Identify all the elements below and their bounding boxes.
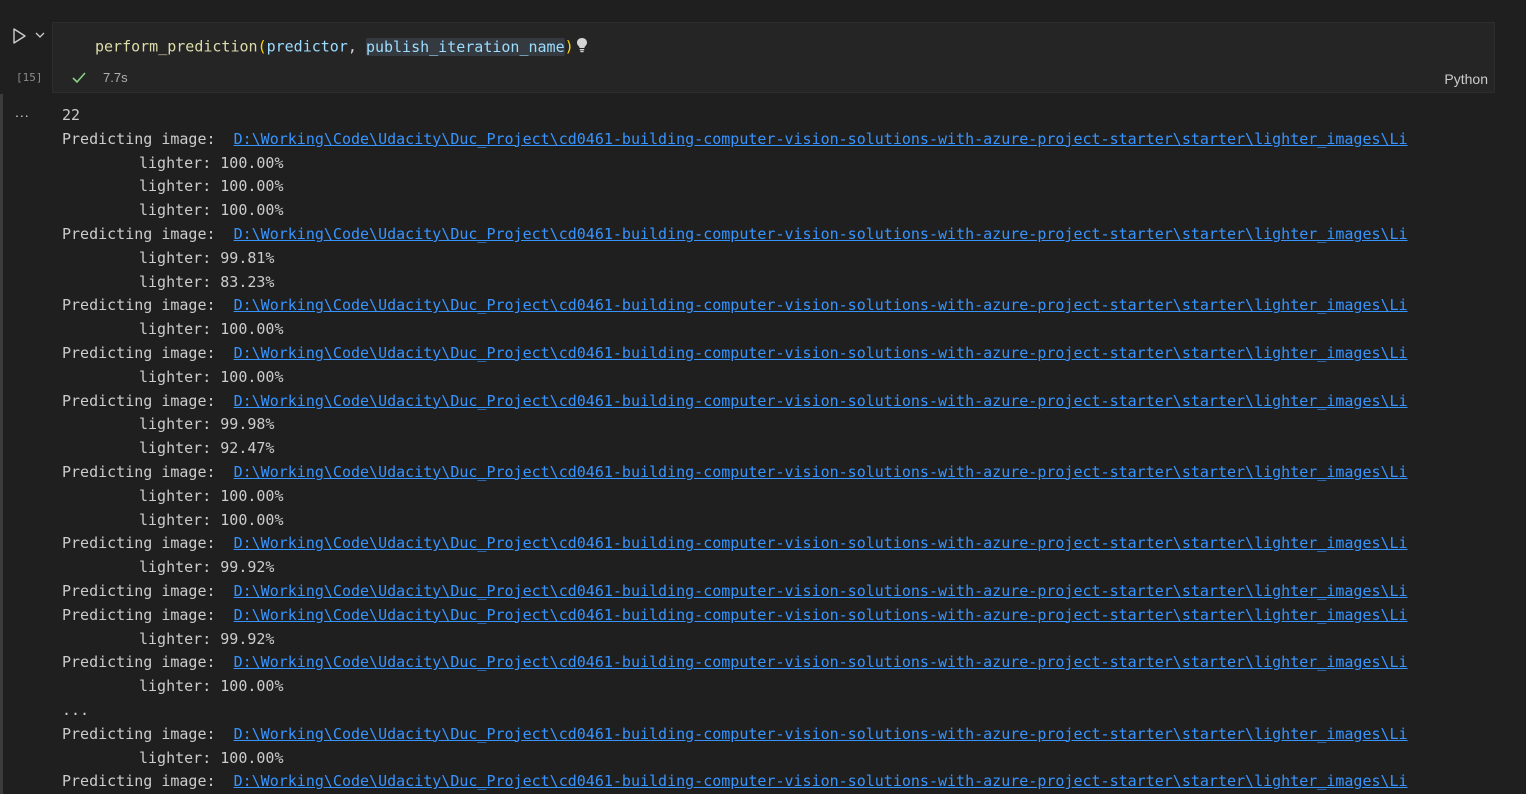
prediction-line: Predicting image: D:\Working\Code\Udacit… [62, 461, 1496, 485]
prediction-line: Predicting image: D:\Working\Code\Udacit… [62, 342, 1496, 366]
chevron-down-icon [35, 32, 45, 38]
image-path-link[interactable]: D:\Working\Code\Udacity\Duc_Project\cd04… [234, 130, 1408, 148]
lightbulb-icon[interactable] [576, 37, 588, 57]
prediction-prefix: Predicting image: [62, 653, 234, 672]
prediction-line: Predicting image: D:\Working\Code\Udacit… [62, 604, 1496, 628]
prediction-line: Predicting image: D:\Working\Code\Udacit… [62, 128, 1496, 152]
image-path-link[interactable]: D:\Working\Code\Udacity\Duc_Project\cd04… [234, 463, 1408, 481]
prediction-line: Predicting image: D:\Working\Code\Udacit… [62, 223, 1496, 247]
output-count: 22 [62, 106, 81, 124]
prediction-line: Predicting image: D:\Working\Code\Udacit… [62, 580, 1496, 604]
comma: , [347, 37, 366, 56]
image-path-link[interactable]: D:\Working\Code\Udacity\Duc_Project\cd04… [234, 606, 1408, 624]
cell-focus-indicator [0, 94, 3, 794]
tag-probability: lighter: 100.00% [139, 367, 284, 386]
prediction-prefix: Predicting image: [62, 391, 234, 410]
tag-probability: lighter: 100.00% [139, 153, 284, 172]
close-paren: ) [564, 37, 574, 56]
tag-probability: lighter: 100.00% [139, 486, 284, 505]
prediction-line: Predicting image: D:\Working\Code\Udacit… [62, 532, 1496, 556]
image-path-link[interactable]: D:\Working\Code\Udacity\Duc_Project\cd04… [234, 653, 1408, 671]
tag-probability: lighter: 100.00% [139, 177, 284, 196]
function-name: perform_prediction [95, 37, 258, 56]
prediction-prefix: Predicting image: [62, 534, 234, 553]
tag-probability: lighter: 83.23% [139, 272, 275, 291]
prediction-line: Predicting image: D:\Working\Code\Udacit… [62, 390, 1496, 414]
argument-publish-iteration-name: publish_iteration_name [365, 37, 565, 56]
image-path-link[interactable]: D:\Working\Code\Udacity\Duc_Project\cd04… [234, 725, 1408, 743]
tag-probability: lighter: 100.00% [139, 201, 284, 220]
image-path-link[interactable]: D:\Working\Code\Udacity\Duc_Project\cd04… [234, 772, 1408, 790]
prediction-prefix: Predicting image: [62, 224, 234, 243]
scrollbar[interactable] [1496, 94, 1500, 794]
prediction-prefix: Predicting image: [62, 772, 234, 791]
open-paren: ( [257, 37, 267, 56]
prediction-prefix: Predicting image: [62, 605, 234, 624]
tag-probability: lighter: 99.98% [139, 415, 275, 434]
prediction-prefix: Predicting image: [62, 129, 234, 148]
tag-probability: lighter: 100.00% [139, 748, 284, 767]
output-body: Predicting image: D:\Working\Code\Udacit… [62, 128, 1496, 794]
run-cell-button[interactable] [8, 24, 30, 48]
execution-count: [15] [16, 71, 43, 84]
tag-probability: lighter: 99.92% [139, 629, 275, 648]
tag-probability: lighter: 99.92% [139, 558, 275, 577]
run-options-button[interactable] [33, 26, 47, 44]
prediction-prefix: Predicting image: [62, 581, 234, 600]
check-icon [72, 72, 86, 84]
prediction-line: Predicting image: D:\Working\Code\Udacit… [62, 723, 1496, 747]
prediction-prefix: Predicting image: [62, 343, 234, 362]
tag-probability: lighter: 92.47% [139, 439, 275, 458]
image-path-link[interactable]: D:\Working\Code\Udacity\Duc_Project\cd04… [234, 225, 1408, 243]
tag-probability: lighter: 100.00% [139, 320, 284, 339]
prediction-prefix: Predicting image: [62, 296, 234, 315]
image-path-link[interactable]: D:\Working\Code\Udacity\Duc_Project\cd04… [234, 392, 1408, 410]
prediction-line: Predicting image: D:\Working\Code\Udacit… [62, 651, 1496, 675]
image-path-link[interactable]: D:\Working\Code\Udacity\Duc_Project\cd04… [234, 534, 1408, 552]
more-icon[interactable]: ... [15, 104, 30, 120]
tag-probability: lighter: 100.00% [139, 510, 284, 529]
prediction-line: Predicting image: D:\Working\Code\Udacit… [62, 294, 1496, 318]
code-line[interactable]: perform_prediction(predictor, publish_it… [95, 37, 588, 57]
tag-probability: lighter: 99.81% [139, 248, 275, 267]
tag-probability: lighter: 100.00% [139, 677, 284, 696]
execution-duration: 7.7s [103, 70, 128, 85]
image-path-link[interactable]: D:\Working\Code\Udacity\Duc_Project\cd04… [234, 344, 1408, 362]
cell-output: 22 Predicting image: D:\Working\Code\Uda… [62, 104, 1496, 794]
prediction-prefix: Predicting image: [62, 462, 234, 481]
image-path-link[interactable]: D:\Working\Code\Udacity\Duc_Project\cd04… [234, 296, 1408, 314]
prediction-prefix: Predicting image: [62, 724, 234, 743]
image-path-link[interactable]: D:\Working\Code\Udacity\Duc_Project\cd04… [234, 582, 1408, 600]
prediction-line: Predicting image: D:\Working\Code\Udacit… [62, 770, 1496, 794]
code-editor[interactable]: perform_prediction(predictor, publish_it… [52, 22, 1495, 93]
top-strip [0, 0, 1526, 20]
argument-predictor: predictor [266, 37, 348, 56]
output-truncation: ... [62, 700, 90, 719]
play-icon [13, 28, 26, 44]
kernel-language[interactable]: Python [1444, 71, 1488, 87]
